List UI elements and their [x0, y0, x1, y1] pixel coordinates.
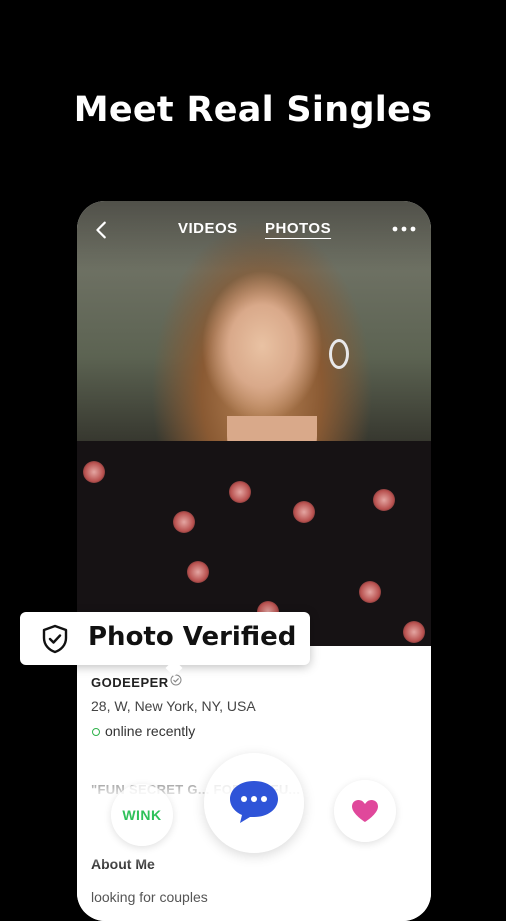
- tab-photos[interactable]: PHOTOS: [265, 220, 331, 237]
- blouse-flower: [373, 489, 395, 511]
- profile-details: 28, W, New York, NY, USA: [91, 698, 256, 714]
- tab-videos[interactable]: VIDEOS: [178, 220, 238, 237]
- wink-button[interactable]: WINK: [111, 784, 173, 846]
- blouse-flower: [83, 461, 105, 483]
- photo-verified-label: Photo Verified: [88, 622, 297, 652]
- blouse-flower: [359, 581, 381, 603]
- photo-earring: [329, 339, 349, 369]
- more-dots-icon[interactable]: [391, 221, 417, 237]
- profile-photo[interactable]: VIDEOS PHOTOS: [77, 201, 431, 646]
- blouse-flower: [173, 511, 195, 533]
- online-status: online recently: [105, 723, 196, 739]
- photo-verified-badge: Photo Verified: [20, 612, 310, 677]
- shield-check-icon: [42, 624, 68, 654]
- heart-icon: [352, 800, 378, 822]
- about-me-title: About Me: [91, 856, 155, 872]
- profile-username: GODEEPER: [91, 675, 169, 690]
- blouse-flower: [403, 621, 425, 643]
- like-button[interactable]: [334, 780, 396, 842]
- online-status-icon: [92, 728, 100, 736]
- chevron-left-icon[interactable]: [91, 219, 113, 241]
- headline: Meet Real Singles: [73, 90, 433, 130]
- blouse-flower: [293, 501, 315, 523]
- chat-bubble-icon: [230, 781, 278, 823]
- photo-top-shade: [77, 201, 431, 271]
- chat-button[interactable]: [204, 753, 304, 853]
- about-me-text: looking for couples: [91, 889, 208, 905]
- profile-card: VIDEOS PHOTOS GODEEPER 28, W, New York, …: [77, 201, 431, 921]
- blouse-flower: [229, 481, 251, 503]
- blouse-flower: [187, 561, 209, 583]
- verified-check-icon: [170, 674, 182, 686]
